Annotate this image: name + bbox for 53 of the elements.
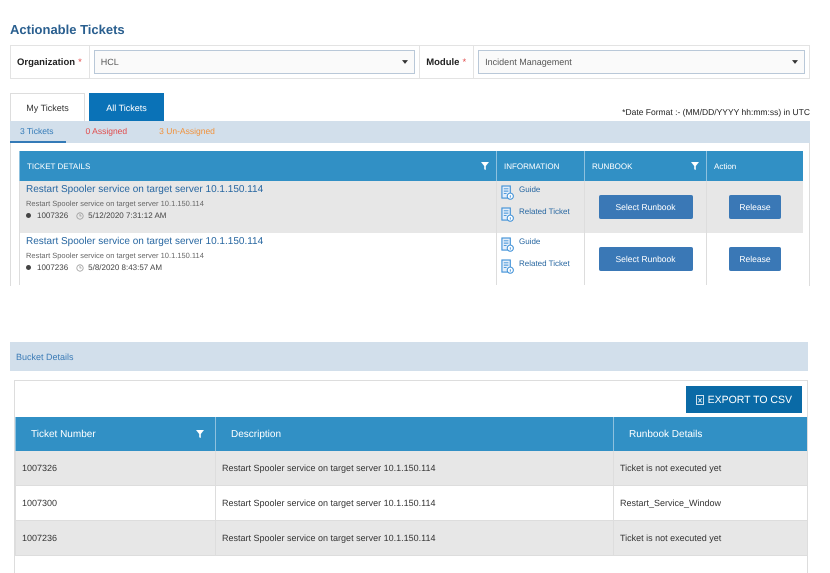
column-header: RUNBOOK xyxy=(584,151,706,181)
clock-icon xyxy=(76,264,84,272)
document-info-icon xyxy=(501,185,514,200)
table-cell: Restart Spooler service on target server 10.1.150.114 xyxy=(216,451,614,486)
bullet-icon xyxy=(26,265,31,270)
dropdown-field[interactable]: Incident Management xyxy=(478,50,805,74)
ticket-number: 1007236 xyxy=(37,263,68,272)
date-format-note: *Date Format :- (MM/DD/YYYY hh:mm:ss) in UTC xyxy=(622,107,810,117)
filter-icon[interactable] xyxy=(481,162,489,170)
document-info-icon xyxy=(501,259,514,274)
sub-tab[interactable]: 3 Tickets xyxy=(10,121,66,143)
ticket-title-link[interactable]: Restart Spooler service on target server 10.1.150.114 xyxy=(26,184,264,195)
tab[interactable]: My Tickets xyxy=(10,93,85,121)
table-cell: Restart Spooler service on target server 10.1.150.114 xyxy=(216,520,614,556)
table-cell: 1007236 xyxy=(16,520,216,556)
info-link[interactable]: Guide xyxy=(519,237,540,246)
filter-icon[interactable] xyxy=(196,430,204,438)
select-runbook-button[interactable]: Select Runbook xyxy=(598,195,692,219)
filter-icon[interactable] xyxy=(691,162,699,170)
field-label: Module * xyxy=(420,46,474,78)
info-link[interactable]: Related Ticket xyxy=(519,207,570,216)
document-info-icon xyxy=(501,207,514,222)
column-header: Description xyxy=(216,417,614,451)
column-header: TICKET DETAILS xyxy=(20,151,496,181)
page-title: Actionable Tickets xyxy=(10,21,125,39)
column-header: Ticket Number xyxy=(16,417,216,451)
table-cell: 1007326 xyxy=(16,451,216,486)
ticket-time: 5/8/2020 8:43:57 AM xyxy=(88,263,162,272)
spreadsheet-icon xyxy=(696,394,704,404)
release-button[interactable]: Release xyxy=(729,195,781,219)
document-info-icon xyxy=(501,237,514,252)
dropdown-field[interactable]: HCL xyxy=(94,50,416,74)
release-button[interactable]: Release xyxy=(729,247,781,271)
tab[interactable]: All Tickets xyxy=(89,93,164,121)
clock-icon xyxy=(76,212,84,220)
dropdown-arrow-icon xyxy=(402,60,408,64)
table-cell: Ticket is not executed yet xyxy=(614,520,807,556)
export-button[interactable]: EXPORT TO CSV xyxy=(686,386,802,413)
section-title: Bucket Details xyxy=(16,352,74,362)
info-link[interactable]: Guide xyxy=(519,185,540,194)
dropdown-arrow-icon xyxy=(792,60,798,64)
column-header: Runbook Details xyxy=(614,417,807,451)
column-header: Action xyxy=(706,151,803,181)
field-label: Organization * xyxy=(11,46,90,78)
column-header: INFORMATION xyxy=(496,151,584,181)
sub-tab[interactable]: 0 Assigned xyxy=(76,121,140,143)
select-runbook-button[interactable]: Select Runbook xyxy=(598,247,692,271)
table-cell: Ticket is not executed yet xyxy=(614,451,807,486)
ticket-title-link[interactable]: Restart Spooler service on target server 10.1.150.114 xyxy=(26,236,264,247)
info-link[interactable]: Related Ticket xyxy=(519,259,570,268)
ticket-time: 5/12/2020 7:31:12 AM xyxy=(88,211,166,220)
ticket-number: 1007326 xyxy=(37,211,68,220)
bullet-icon xyxy=(26,213,31,218)
